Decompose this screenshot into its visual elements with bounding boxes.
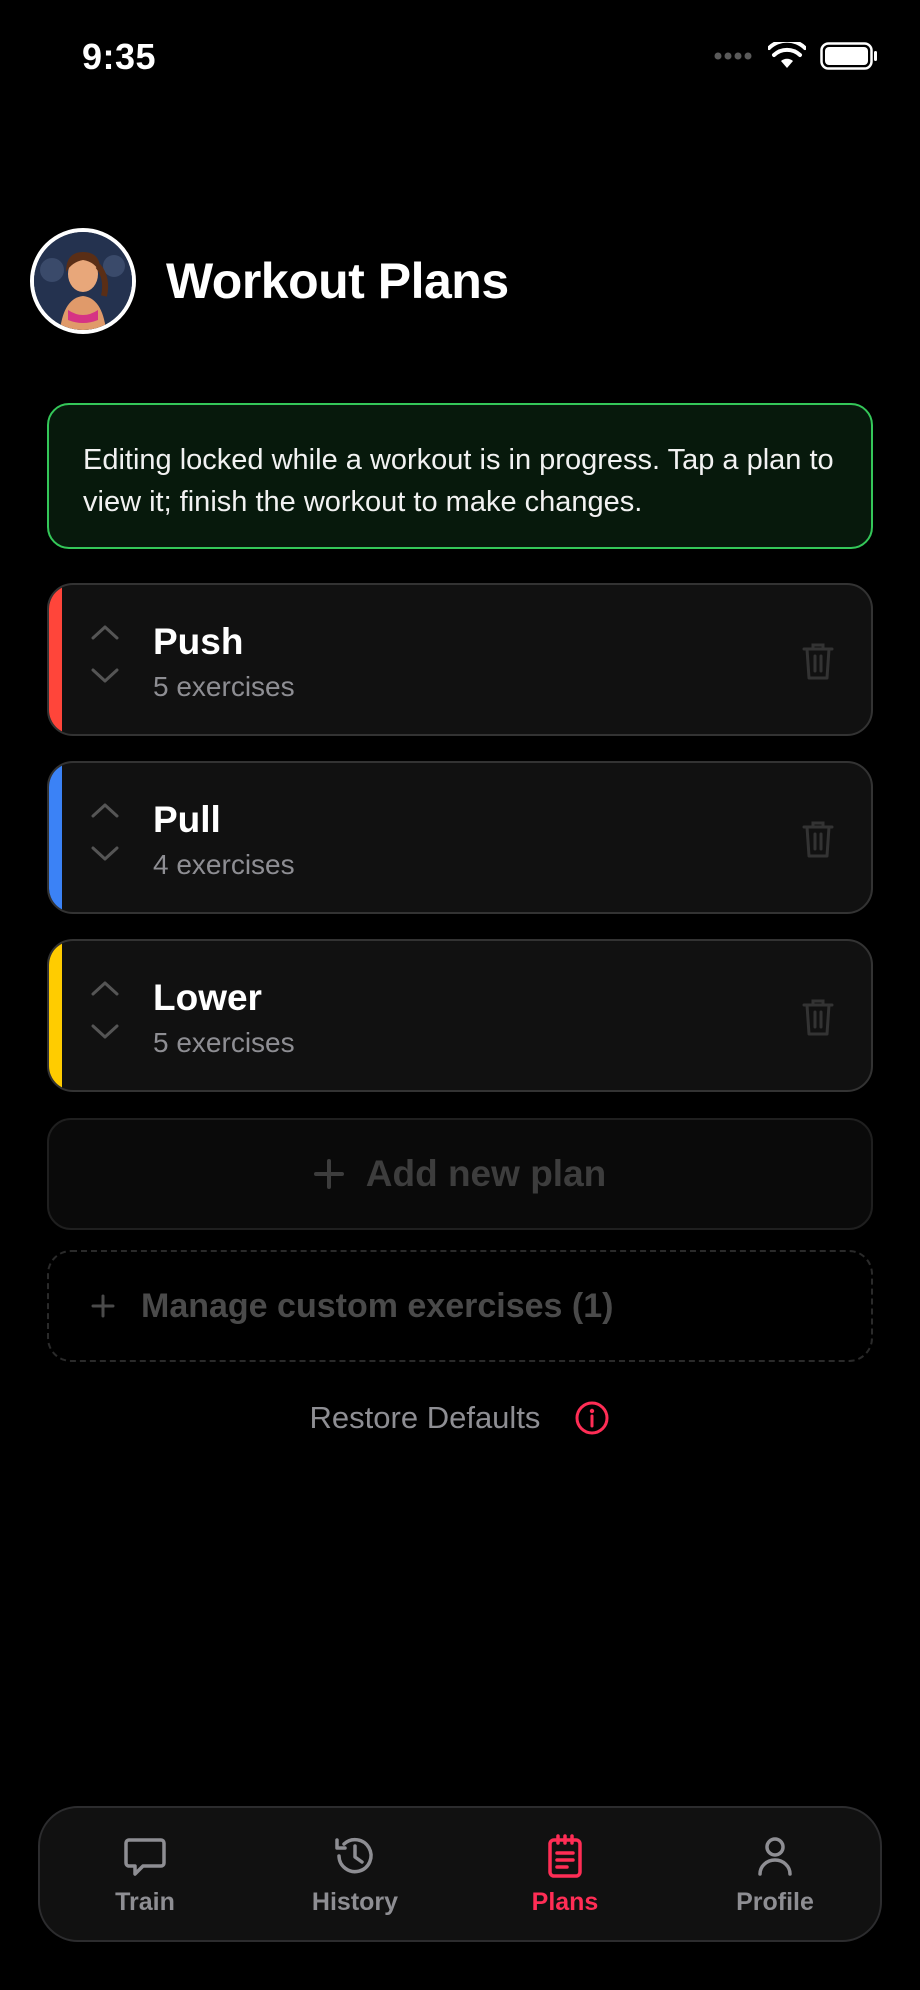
tab-profile[interactable]: Profile bbox=[670, 1808, 880, 1940]
page-title: Workout Plans bbox=[166, 253, 509, 309]
status-icons bbox=[714, 42, 878, 70]
manage-custom-exercises-button[interactable]: Manage custom exercises (1) bbox=[47, 1250, 873, 1362]
trash-icon[interactable] bbox=[801, 641, 835, 681]
tab-label: Plans bbox=[531, 1887, 599, 1916]
tab-label: Profile bbox=[736, 1887, 814, 1916]
plus-icon bbox=[91, 1294, 115, 1318]
status-time: 9:35 bbox=[82, 36, 157, 77]
tab-bar: Train History Plans Profile bbox=[38, 1806, 882, 1942]
reorder-controls bbox=[89, 623, 121, 685]
move-up-icon[interactable] bbox=[89, 801, 121, 819]
plan-exercise-count: 5 exercises bbox=[153, 671, 295, 702]
tab-history[interactable]: History bbox=[250, 1808, 460, 1940]
move-down-icon[interactable] bbox=[89, 845, 121, 863]
reorder-controls bbox=[89, 979, 121, 1041]
trash-icon[interactable] bbox=[801, 997, 835, 1037]
battery-icon bbox=[820, 42, 877, 70]
info-icon[interactable] bbox=[574, 1400, 610, 1436]
trash-icon[interactable] bbox=[801, 819, 835, 859]
tab-plans[interactable]: Plans bbox=[460, 1808, 670, 1940]
plan-name: Lower bbox=[153, 977, 262, 1018]
tab-label: History bbox=[311, 1887, 399, 1916]
move-down-icon[interactable] bbox=[89, 667, 121, 685]
reorder-controls bbox=[89, 801, 121, 863]
add-new-plan-label: Add new plan bbox=[365, 1153, 607, 1194]
editing-locked-notice: Editing locked while a workout is in pro… bbox=[47, 403, 873, 549]
plan-exercise-count: 5 exercises bbox=[153, 1027, 295, 1058]
add-new-plan-button[interactable]: Add new plan bbox=[47, 1118, 873, 1230]
restore-defaults-row: Restore Defaults bbox=[0, 1400, 920, 1436]
plan-card-lower[interactable]: Lower 5 exercises bbox=[47, 939, 873, 1092]
move-up-icon[interactable] bbox=[89, 979, 121, 997]
plan-name: Pull bbox=[153, 799, 221, 840]
page-header: Workout Plans bbox=[30, 225, 509, 337]
signal-dots-icon bbox=[714, 52, 752, 60]
tab-train[interactable]: Train bbox=[40, 1808, 250, 1940]
plan-card-push[interactable]: Push 5 exercises bbox=[47, 583, 873, 736]
tab-label: Train bbox=[115, 1887, 175, 1916]
plan-color-bar bbox=[49, 763, 62, 912]
plan-card-pull[interactable]: Pull 4 exercises bbox=[47, 761, 873, 914]
plan-color-bar bbox=[49, 941, 62, 1090]
person-icon bbox=[758, 1836, 792, 1876]
status-bar: 9:35 bbox=[0, 0, 920, 120]
clipboard-icon bbox=[548, 1833, 582, 1878]
plan-color-bar bbox=[49, 585, 62, 734]
restore-defaults-button[interactable]: Restore Defaults bbox=[310, 1400, 541, 1436]
chat-bubble-icon bbox=[124, 1837, 166, 1876]
plan-exercise-count: 4 exercises bbox=[153, 849, 295, 880]
avatar[interactable] bbox=[30, 228, 136, 334]
manage-custom-exercises-label: Manage custom exercises (1) bbox=[141, 1286, 614, 1325]
history-icon bbox=[335, 1837, 373, 1873]
plan-name: Push bbox=[153, 621, 244, 662]
plus-icon bbox=[313, 1159, 344, 1189]
move-down-icon[interactable] bbox=[89, 1023, 121, 1041]
wifi-icon bbox=[768, 42, 806, 68]
move-up-icon[interactable] bbox=[89, 623, 121, 641]
